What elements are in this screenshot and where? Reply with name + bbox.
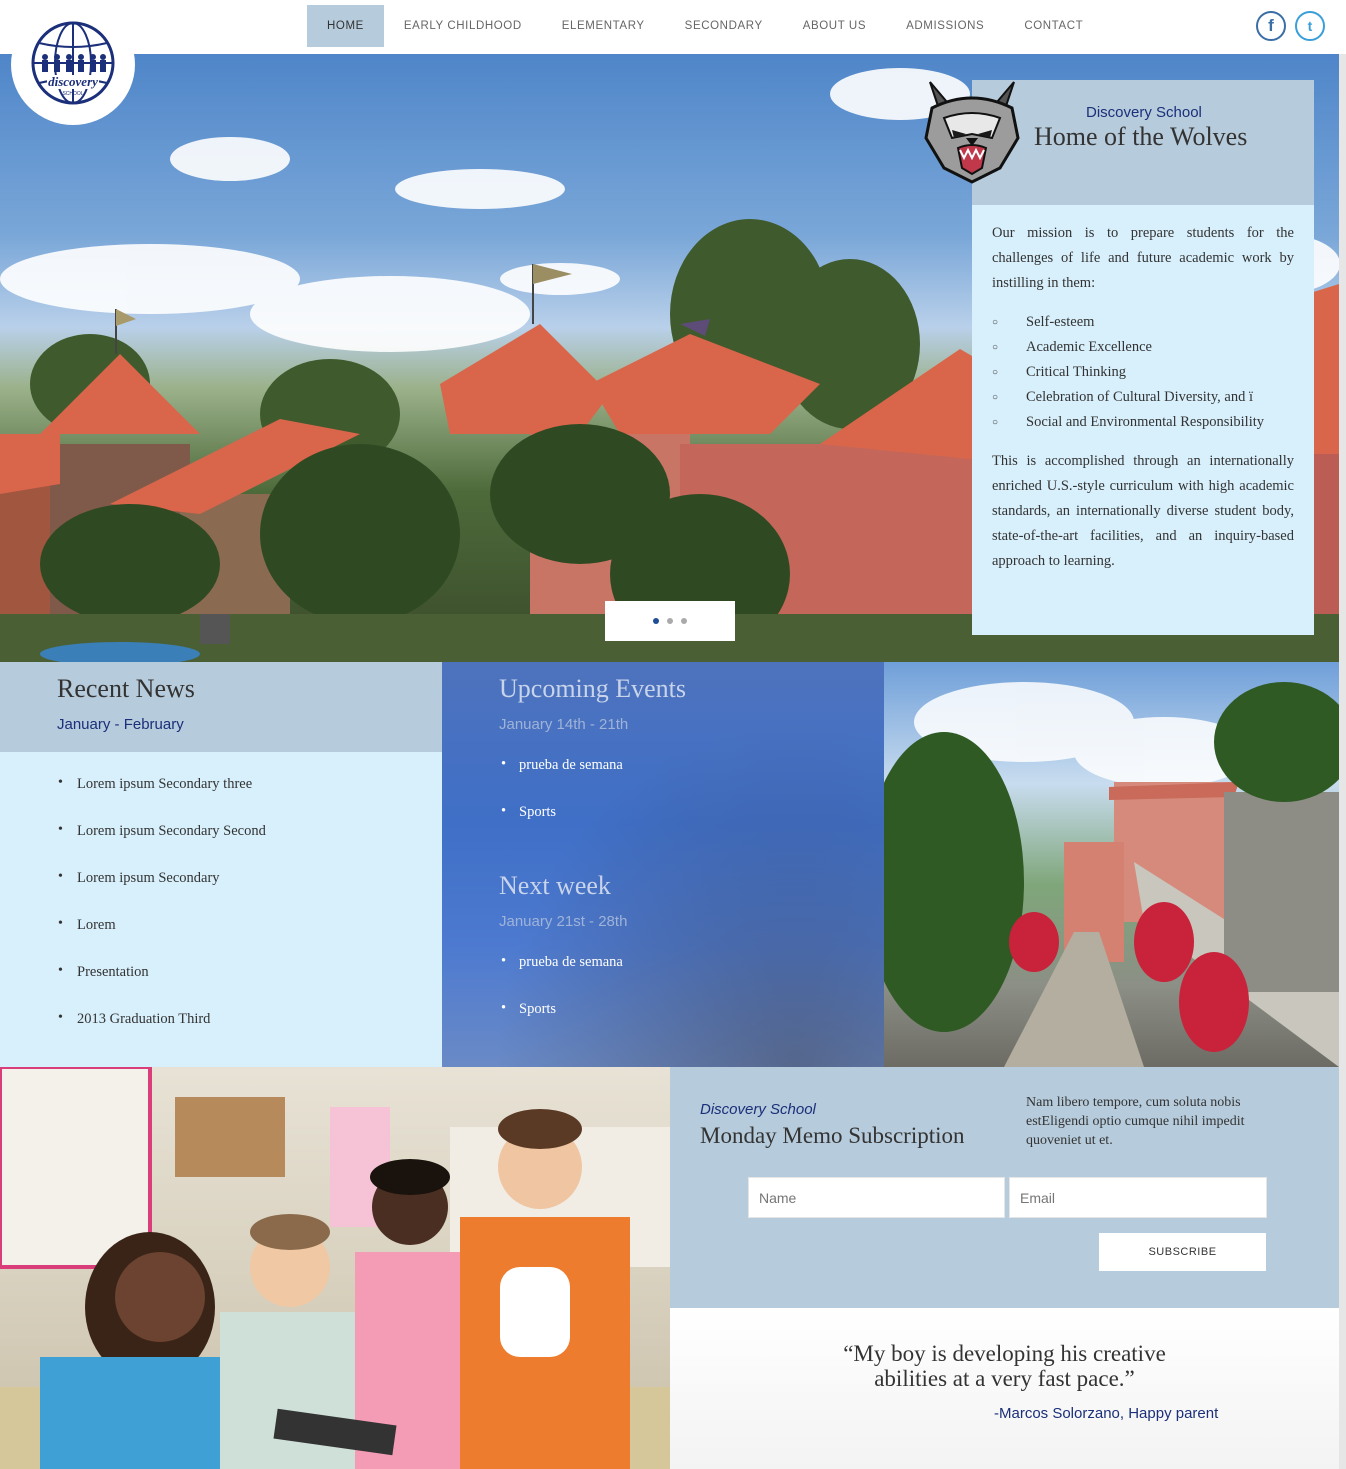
slider-dot-1[interactable] <box>653 618 659 624</box>
recent-news-header: Recent News January - February <box>0 662 442 752</box>
nav-elementary[interactable]: ELEMENTARY <box>542 5 665 47</box>
news-item[interactable]: Lorem ipsum Secondary Second <box>58 822 266 870</box>
slider-dot-3[interactable] <box>681 618 687 624</box>
next-week-period: January 21st - 28th <box>499 913 628 930</box>
testimonial: “My boy is developing his creative abili… <box>670 1308 1339 1469</box>
recent-news-panel: Lorem ipsum Secondary three Lorem ipsum … <box>0 752 442 1067</box>
email-field[interactable] <box>1009 1177 1267 1218</box>
news-item[interactable]: Lorem <box>58 916 266 964</box>
main-nav: HOME EARLY CHILDHOOD ELEMENTARY SECONDAR… <box>307 5 1103 47</box>
next-week-list: prueba de semana Sports <box>499 953 623 1048</box>
mission-title: Home of the Wolves <box>1034 122 1248 151</box>
news-item[interactable]: Lorem ipsum Secondary three <box>58 775 266 823</box>
students-photo <box>0 1067 670 1469</box>
wolf-mascot-icon <box>924 81 1020 184</box>
logo-wordmark: discovery <box>48 74 98 89</box>
subscription-title: Monday Memo Subscription <box>700 1123 965 1148</box>
students-classroom-illustration <box>0 1067 670 1469</box>
event-item[interactable]: prueba de semana <box>499 953 623 1001</box>
testimonial-author: -Marcos Solorzano, Happy parent <box>994 1405 1219 1422</box>
subscription-brand: Discovery School <box>700 1101 816 1118</box>
upcoming-events-panel: Upcoming Events January 14th - 21th prue… <box>442 662 884 1067</box>
top-bar: HOME EARLY CHILDHOOD ELEMENTARY SECONDAR… <box>0 0 1346 54</box>
mission-values-list: Self-esteem Academic Excellence Critical… <box>992 310 1294 435</box>
event-item[interactable]: prueba de semana <box>499 756 623 804</box>
mission-panel: Our mission is to prepare students for t… <box>972 205 1314 635</box>
news-item[interactable]: Presentation <box>58 963 266 1011</box>
nav-contact[interactable]: CONTACT <box>1004 5 1103 47</box>
campus-photo <box>884 662 1339 1067</box>
nav-about-us[interactable]: ABOUT US <box>783 5 886 47</box>
next-week-title: Next week <box>499 871 611 900</box>
upcoming-events-list: prueba de semana Sports <box>499 756 623 851</box>
recent-news-title: Recent News <box>57 674 195 703</box>
subscription-text: Nam libero tempore, cum soluta nobis est… <box>1026 1095 1245 1148</box>
news-item[interactable]: 2013 Graduation Third <box>58 1010 266 1058</box>
recent-news-period: January - February <box>57 716 184 733</box>
school-logo[interactable]: discovery SCHOOL <box>11 4 135 125</box>
mission-intro: Our mission is to prepare students for t… <box>992 225 1294 291</box>
globe-logo-icon: discovery SCHOOL <box>31 21 115 104</box>
testimonial-line: “My boy is developing his creative <box>843 1341 1166 1366</box>
campus-walkway-illustration <box>884 682 1339 1067</box>
mission-value: Academic Excellence <box>992 335 1294 360</box>
slider-dot-2[interactable] <box>667 618 673 624</box>
news-item[interactable]: Lorem ipsum Secondary <box>58 869 266 917</box>
event-item[interactable]: Sports <box>499 803 623 851</box>
nav-admissions[interactable]: ADMISSIONS <box>886 5 1004 47</box>
nav-early-childhood[interactable]: EARLY CHILDHOOD <box>384 5 542 47</box>
event-item[interactable]: Sports <box>499 1000 623 1048</box>
mission-brand: Discovery School <box>1086 104 1202 121</box>
twitter-glyph: t <box>1307 18 1313 34</box>
subscribe-button[interactable]: SUBSCRIBE <box>1099 1233 1266 1271</box>
name-field[interactable] <box>748 1177 1005 1218</box>
testimonial-quote: “My boy is developing his creative abili… <box>670 1341 1339 1391</box>
nav-home[interactable]: HOME <box>307 5 384 47</box>
upcoming-events-period: January 14th - 21th <box>499 716 629 733</box>
testimonial-line: abilities at a very fast pace.” <box>874 1366 1135 1391</box>
mission-value: Critical Thinking <box>992 360 1294 385</box>
facebook-glyph: f <box>1268 16 1274 35</box>
twitter-icon[interactable]: t <box>1295 11 1325 41</box>
subscription-panel: Discovery School Monday Memo Subscriptio… <box>670 1067 1339 1308</box>
news-list: Lorem ipsum Secondary three Lorem ipsum … <box>58 775 266 1058</box>
mission-value: Celebration of Cultural Diversity, and ï <box>992 385 1294 410</box>
page-edge <box>1339 54 1346 1469</box>
upcoming-events-title: Upcoming Events <box>499 674 687 703</box>
logo-subtext: SCHOOL <box>62 91 83 97</box>
mission-value: Social and Environmental Responsibility <box>992 410 1294 435</box>
mission-closing: This is accomplished through an internat… <box>992 453 1294 569</box>
facebook-icon[interactable]: f <box>1256 11 1286 41</box>
nav-secondary[interactable]: SECONDARY <box>665 5 783 47</box>
slider-dots <box>605 601 735 641</box>
mission-value: Self-esteem <box>992 310 1294 335</box>
